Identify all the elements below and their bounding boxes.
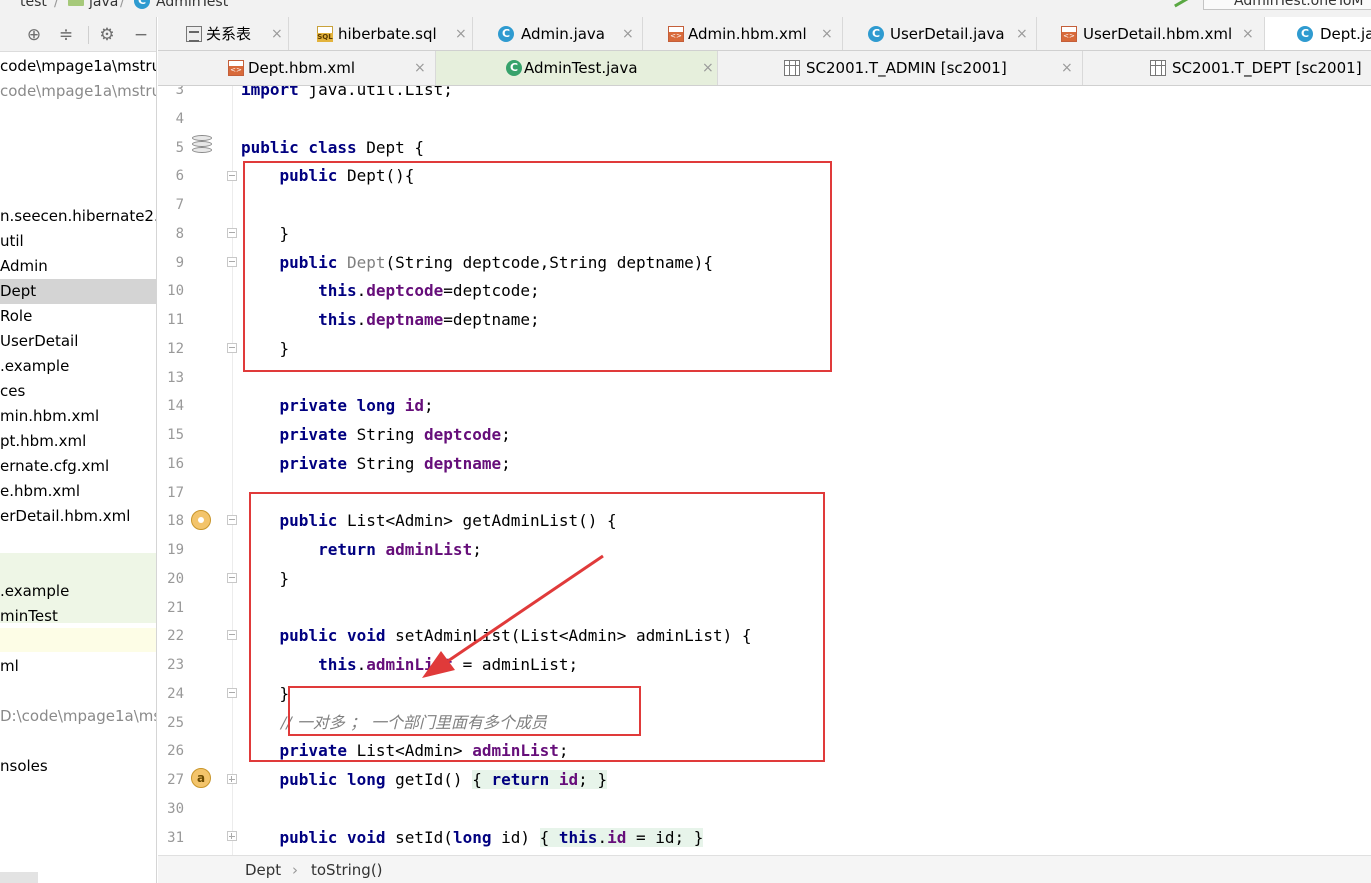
tab-label: Admin.java [521, 25, 606, 43]
tab-dept-hbm-xml[interactable]: Dept.hbm.xml × [158, 51, 436, 85]
close-icon[interactable]: × [1242, 17, 1254, 50]
tree-item-class[interactable]: minTest [0, 604, 156, 629]
tab-label: AdminTest.java [524, 59, 638, 77]
table-icon [1150, 60, 1166, 76]
run-configuration-label: AdminTest.oneToM [1234, 0, 1364, 9]
tab-label: 关系表 [206, 25, 252, 43]
tab-userdetail-java[interactable]: C UserDetail.java × [843, 17, 1037, 50]
tab-table-t-dept[interactable]: SC2001.T_DEPT [sc2001] [1083, 51, 1371, 85]
close-icon[interactable]: × [455, 17, 467, 50]
tab-dept-java[interactable]: C Dept.java [1265, 17, 1371, 50]
code-editor[interactable]: 3 4 5 6 7 8 9 10 11 12 13 14 15 16 17 18… [158, 86, 1371, 855]
toolbar-divider [88, 26, 89, 44]
tree-item-class-selected[interactable]: Dept [0, 279, 156, 304]
gear-icon[interactable]: ⚙ [97, 25, 117, 45]
tree-item-file[interactable]: min.hbm.xml [0, 404, 156, 429]
tab-admin-java[interactable]: C Admin.java × [473, 17, 643, 50]
close-icon[interactable]: × [622, 17, 634, 50]
tab-label: hiberbate.sql [338, 25, 437, 43]
table-icon [784, 60, 800, 76]
close-icon[interactable]: × [821, 17, 833, 50]
tab-admin-hbm-xml[interactable]: Admin.hbm.xml × [643, 17, 843, 50]
xml-file-icon [228, 60, 244, 76]
tab-table-t-admin[interactable]: SC2001.T_ADMIN [sc2001] × [718, 51, 1083, 85]
java-class-icon: C [1297, 26, 1313, 42]
tree-item-file[interactable]: erDetail.hbm.xml [0, 504, 156, 529]
editor-tabs-row-2: Dept.hbm.xml × C AdminTest.java × SC2001… [158, 51, 1371, 86]
project-panel-toolbar: ⊕ ≑ ⚙ − [0, 17, 156, 52]
tab-admintest-java[interactable]: C AdminTest.java × [436, 51, 718, 85]
tab-label: Dept.java [1320, 25, 1371, 43]
close-icon[interactable]: × [1061, 51, 1073, 85]
breadcrumb-item[interactable]: AdminTest [156, 0, 228, 10]
editor-tabs-row-1: 关系表 × hiberbate.sql × C Admin.java × Adm… [158, 17, 1371, 51]
excluded-folder-highlight [0, 628, 156, 652]
tab-label: Admin.hbm.xml [688, 25, 807, 43]
tab-label: UserDetail.java [890, 25, 1005, 43]
close-icon[interactable]: × [271, 17, 283, 50]
sql-file-icon [317, 26, 333, 42]
tab-label: SC2001.T_DEPT [sc2001] [1172, 59, 1362, 77]
breadcrumb-item[interactable]: test [20, 0, 47, 10]
tab-userdetail-hbm-xml[interactable]: UserDetail.hbm.xml × [1037, 17, 1265, 50]
close-icon[interactable]: × [1016, 17, 1028, 50]
tree-item-scratches[interactable]: nsoles [0, 754, 156, 779]
tree-item-file[interactable]: pt.hbm.xml [0, 429, 156, 454]
run-configuration-select[interactable]: AdminTest.oneToM [1203, 0, 1371, 10]
tree-item-module[interactable]: D:\code\mpage1a\ms [0, 704, 156, 729]
collapse-icon[interactable]: ≑ [56, 25, 76, 45]
java-class-icon: C [868, 26, 884, 42]
tab-label: Dept.hbm.xml [248, 59, 356, 77]
close-icon[interactable]: × [702, 51, 714, 85]
tree-item[interactable]: code\mpage1a\mstruts [0, 54, 156, 79]
tree-item-file[interactable]: e.hbm.xml [0, 479, 156, 504]
xml-file-icon [1061, 26, 1077, 42]
tree-item-package[interactable]: .example [0, 354, 156, 379]
breadcrumb-separator-icon: / [54, 0, 59, 10]
path-class[interactable]: Dept [245, 856, 281, 883]
tree-item-package[interactable]: util [0, 229, 156, 254]
tab-hiberbate-sql[interactable]: hiberbate.sql × [289, 17, 473, 50]
tree-item-package[interactable]: .example [0, 579, 156, 604]
code-path-breadcrumb: Dept › toString() [158, 855, 1371, 883]
scrollbar-horizontal[interactable] [0, 872, 38, 883]
xml-file-icon [668, 26, 684, 42]
annotation-arrow [422, 554, 604, 678]
tree-item-class[interactable]: Admin [0, 254, 156, 279]
tree-item-package[interactable]: n.seecen.hibernate2.e [0, 204, 156, 229]
tab-label: UserDetail.hbm.xml [1083, 25, 1233, 43]
close-icon[interactable]: × [414, 51, 426, 85]
tree-item[interactable]: code\mpage1a\mstrut [0, 79, 156, 104]
build-hammer-icon[interactable] [1170, 0, 1190, 8]
breadcrumb-item[interactable]: java [89, 0, 118, 10]
path-method[interactable]: toString() [311, 856, 383, 883]
tree-item-class[interactable]: Role [0, 304, 156, 329]
tree-item-class[interactable]: UserDetail [0, 329, 156, 354]
crosshair-icon[interactable]: ⊕ [24, 25, 44, 45]
tab-relation-table[interactable]: 关系表 × [158, 17, 289, 50]
tab-label: SC2001.T_ADMIN [sc2001] [806, 59, 1007, 77]
navigation-bar: test / java / C AdminTest AdminTest.oneT… [0, 0, 1371, 17]
java-class-icon: C [134, 0, 150, 9]
java-test-class-icon: C [506, 60, 522, 76]
relation-icon [186, 26, 202, 42]
tree-item-file[interactable]: ml [0, 654, 156, 679]
path-separator: › [292, 861, 298, 879]
folder-icon [68, 0, 84, 6]
breadcrumb-separator-icon: / [120, 0, 125, 10]
tree-item-folder[interactable]: ces [0, 379, 156, 404]
minimize-icon[interactable]: − [131, 25, 151, 45]
tree-item-file[interactable]: ernate.cfg.xml [0, 454, 156, 479]
project-tree-panel: ⊕ ≑ ⚙ − code\mpage1a\mstruts code\mpage1… [0, 17, 157, 883]
java-class-icon: C [498, 26, 514, 42]
